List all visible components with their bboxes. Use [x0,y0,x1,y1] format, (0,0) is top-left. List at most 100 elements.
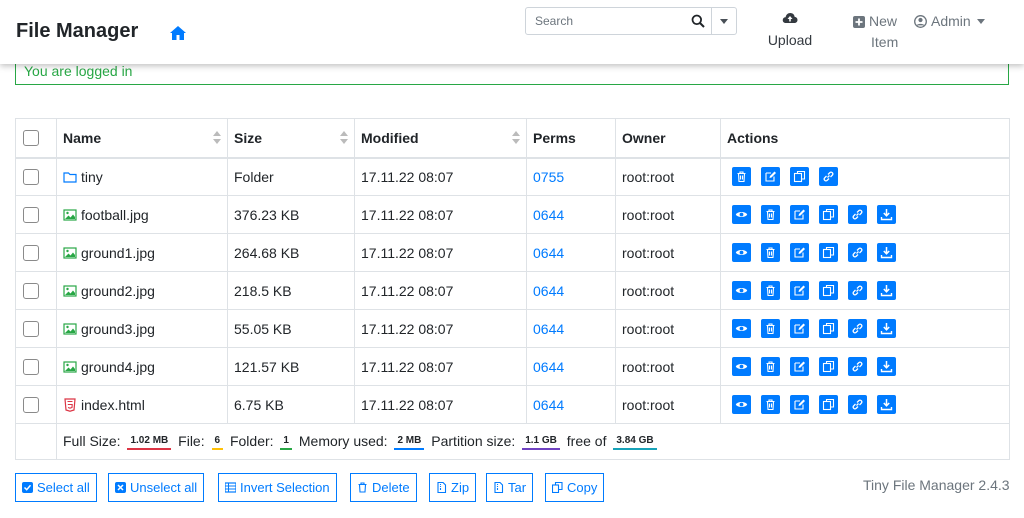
search-input[interactable] [526,8,684,34]
modified-cell: 17.11.22 08:07 [354,233,527,272]
delete-action[interactable] [761,281,780,300]
delete-action[interactable] [761,319,780,338]
view-action[interactable] [732,243,751,262]
download-action[interactable] [877,319,896,338]
table-row[interactable]: ground3.jpg 55.05 KB 17.11.22 08:07 0644… [15,309,1010,348]
view-action[interactable] [732,205,751,224]
download-action[interactable] [877,205,896,224]
name-cell: football.jpg [56,195,228,234]
link-action[interactable] [848,395,867,414]
admin-dropdown[interactable]: Admin [914,11,985,32]
delete-action[interactable] [761,395,780,414]
zip-button[interactable]: Zip [429,473,477,502]
view-action[interactable] [732,281,751,300]
column-label: Owner [622,129,666,146]
copy-action[interactable] [819,395,838,414]
delete-button[interactable]: Delete [350,473,417,502]
copy-action[interactable] [819,243,838,262]
link-action[interactable] [848,281,867,300]
perms-link[interactable]: 0755 [533,169,564,185]
size-cell: 55.05 KB [227,309,355,348]
row-checkbox[interactable] [23,283,39,300]
column-header-modified[interactable]: Modified [354,118,527,159]
perms-link[interactable]: 0644 [533,359,564,375]
table-row[interactable]: ground1.jpg 264.68 KB 17.11.22 08:07 064… [15,233,1010,272]
home-icon[interactable] [169,24,187,42]
upload-link[interactable]: Upload [760,10,820,51]
tar-button[interactable]: Tar [486,473,534,502]
rename-action[interactable] [790,243,809,262]
full-size-label: Full Size: [63,432,121,449]
column-header-size[interactable]: Size [227,118,355,159]
row-checkbox[interactable] [23,169,39,186]
download-icon [880,399,893,411]
download-action[interactable] [877,243,896,262]
column-header-owner: Owner [615,118,721,159]
link-action[interactable] [819,167,838,187]
file-name-link[interactable]: ground1.jpg [81,245,155,261]
file-name-link[interactable]: index.html [81,397,145,413]
rename-action[interactable] [761,167,780,187]
view-action[interactable] [732,319,751,338]
rename-action[interactable] [790,281,809,300]
file-name-link[interactable]: football.jpg [81,207,149,223]
perms-link[interactable]: 0644 [533,245,564,261]
copy-action[interactable] [790,167,809,187]
rename-action[interactable] [790,357,809,376]
link-action[interactable] [848,205,867,224]
perms-link[interactable]: 0644 [533,283,564,299]
download-action[interactable] [877,395,896,414]
link-action[interactable] [848,243,867,262]
perms-link[interactable]: 0644 [533,321,564,337]
row-checkbox[interactable] [23,397,39,414]
row-checkbox[interactable] [23,245,39,262]
invert-selection-button[interactable]: Invert Selection [218,473,337,502]
copy-action[interactable] [819,319,838,338]
row-checkbox[interactable] [23,321,39,338]
rename-action[interactable] [790,319,809,338]
rename-action[interactable] [790,395,809,414]
rename-action[interactable] [790,205,809,224]
file-name-link[interactable]: ground3.jpg [81,321,155,337]
download-action[interactable] [877,357,896,376]
delete-action[interactable] [761,243,780,262]
table-row[interactable]: ground2.jpg 218.5 KB 17.11.22 08:07 0644… [15,271,1010,310]
search-options-dropdown[interactable] [711,8,736,34]
row-checkbox[interactable] [23,359,39,376]
file-name-link[interactable]: ground2.jpg [81,283,155,299]
select-all-checkbox[interactable] [23,130,39,147]
copy-action[interactable] [819,357,838,376]
file-name-link[interactable]: ground4.jpg [81,359,155,375]
row-checkbox[interactable] [23,207,39,224]
copy-action[interactable] [819,205,838,224]
table-row[interactable]: ground4.jpg 121.57 KB 17.11.22 08:07 064… [15,347,1010,386]
delete-action[interactable] [761,205,780,224]
name-cell: tiny [56,157,228,196]
perms-cell: 0644 [526,233,616,272]
view-action[interactable] [732,357,751,376]
perms-cell: 0644 [526,271,616,310]
file-name-link[interactable]: tiny [81,169,103,185]
select-all-button[interactable]: Select all [15,473,97,502]
table-row[interactable]: football.jpg 376.23 KB 17.11.22 08:07 06… [15,195,1010,234]
delete-action[interactable] [761,357,780,376]
edit-icon [794,361,805,372]
trash-icon [766,323,775,335]
perms-link[interactable]: 0644 [533,397,564,413]
delete-action[interactable] [732,167,751,187]
search-button[interactable] [684,8,711,34]
unselect-all-button[interactable]: Unselect all [108,473,205,502]
copy-button[interactable]: Copy [545,473,605,502]
app-title[interactable]: File Manager [16,20,138,43]
copy-action[interactable] [819,281,838,300]
table-row[interactable]: tiny Folder 17.11.22 08:07 0755 root:roo… [15,157,1010,196]
column-header-name[interactable]: Name [56,118,228,159]
size-cell: 218.5 KB [227,271,355,310]
link-action[interactable] [848,319,867,338]
view-action[interactable] [732,395,751,414]
perms-link[interactable]: 0644 [533,207,564,223]
table-row[interactable]: index.html 6.75 KB 17.11.22 08:07 0644 r… [15,385,1010,424]
link-action[interactable] [848,357,867,376]
new-item-link[interactable]: New Item [853,11,903,53]
download-action[interactable] [877,281,896,300]
